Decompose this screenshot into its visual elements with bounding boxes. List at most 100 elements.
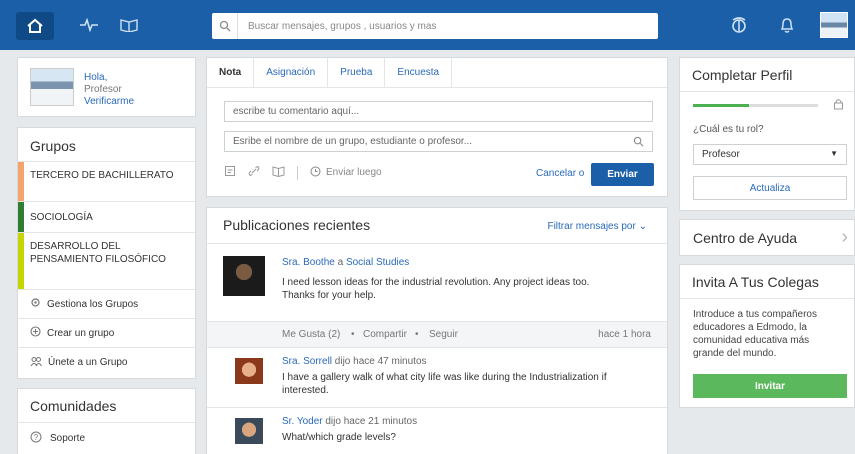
caret-down-icon: ▼ xyxy=(830,149,838,158)
reply-text: I have a gallery walk of what city life … xyxy=(282,372,607,396)
schedule-label: Enviar luego xyxy=(326,167,382,178)
reply-item: Sr. Yoder dijo hace 21 minutos What/whic… xyxy=(207,408,667,454)
greeting: Hola, xyxy=(84,72,108,83)
profile-progress-bar xyxy=(693,104,818,107)
manage-groups-label: Gestiona los Grupos xyxy=(47,298,139,310)
send-button[interactable]: Enviar xyxy=(591,163,654,186)
author-name[interactable]: Sra. Sorrell xyxy=(282,356,332,367)
user-avatar[interactable] xyxy=(820,12,848,38)
library-icon[interactable] xyxy=(118,14,140,36)
post-meta: Sra. Boothe a Social Studies xyxy=(282,257,409,268)
author-name[interactable]: Sra. Boothe xyxy=(282,257,335,268)
help-title: Centro de Ayuda xyxy=(693,230,798,246)
verify-link[interactable]: Verificarme xyxy=(84,96,134,107)
attach-file-icon[interactable] xyxy=(224,165,236,180)
search-input[interactable]: Buscar mensajes, grupos , usuarios y mas xyxy=(238,21,436,32)
tab-poll[interactable]: Encuesta xyxy=(385,58,453,87)
post-time: hace 1 hora xyxy=(598,329,651,340)
like-link[interactable]: Me Gusta (2) xyxy=(282,329,340,340)
author-avatar[interactable] xyxy=(223,256,265,296)
group-label: SOCIOLOGÍA xyxy=(30,212,93,223)
filter-label: Filtrar mensajes por xyxy=(547,221,636,232)
reply-meta: Sr. Yoder dijo hace 21 minutos xyxy=(282,416,417,427)
invite-button[interactable]: Invitar xyxy=(693,374,847,398)
support-link[interactable]: ? Soporte xyxy=(18,423,195,454)
tab-assignment[interactable]: Asignación xyxy=(254,58,329,87)
lock-icon xyxy=(833,98,844,113)
create-group-link[interactable]: Crear un grupo xyxy=(18,319,195,348)
home-icon[interactable] xyxy=(16,12,54,40)
group-item[interactable]: DESARROLLO DEL PENSAMIENTO FILOSÓFICO xyxy=(18,233,195,290)
posts-panel: Publicaciones recientes Filtrar mensajes… xyxy=(206,207,668,454)
link-icon[interactable] xyxy=(248,165,260,180)
role-selected-value: Profesor xyxy=(702,149,740,160)
post-connector: a xyxy=(337,257,344,268)
cancel-link[interactable]: Cancelar o xyxy=(536,168,584,179)
compose-tabs: Nota Asignación Prueba Encuesta xyxy=(207,58,667,88)
invite-colleagues-panel: Invita A Tus Colegas Introduce a tus com… xyxy=(679,264,855,408)
activity-icon[interactable] xyxy=(78,14,100,36)
gear-icon xyxy=(30,297,41,311)
compose-tools: Enviar luego xyxy=(224,165,382,180)
post-actions: Me Gusta (2) • Compartir • Seguir hace 1… xyxy=(207,322,667,348)
group-color-bar xyxy=(18,233,24,289)
group-item[interactable]: TERCERO DE BACHILLERATO xyxy=(18,162,195,202)
library-icon[interactable] xyxy=(272,165,285,180)
group-color-bar xyxy=(18,162,24,201)
join-group-link[interactable]: Únete a un Grupo xyxy=(18,348,195,377)
progress-fill xyxy=(693,104,750,107)
group-item[interactable]: SOCIOLOGÍA xyxy=(18,202,195,233)
help-center-panel[interactable]: Centro de Ayuda › xyxy=(679,219,855,256)
role-select[interactable]: Profesor ▼ xyxy=(693,144,847,165)
user-card: Hola, Profesor Verificarme xyxy=(17,57,196,117)
backpack-icon[interactable] xyxy=(728,14,750,36)
chevron-down-icon: ⌄ xyxy=(638,221,647,232)
svg-text:?: ? xyxy=(34,433,39,442)
dot-separator: • xyxy=(351,329,355,340)
posts-header: Publicaciones recientes Filtrar mensajes… xyxy=(207,208,667,244)
tab-note[interactable]: Nota xyxy=(207,58,255,87)
manage-groups-link[interactable]: Gestiona los Grupos xyxy=(18,290,195,319)
search-icon xyxy=(633,136,644,150)
chevron-right-icon: › xyxy=(841,226,848,248)
recipient-input[interactable]: Esribe el nombre de un grupo, estudiante… xyxy=(224,131,653,152)
divider xyxy=(297,165,298,180)
role-question: ¿Cuál es tu rol? xyxy=(693,124,764,135)
share-link[interactable]: Compartir xyxy=(363,329,407,340)
author-avatar[interactable] xyxy=(235,418,263,444)
group-link[interactable]: Social Studies xyxy=(346,257,409,268)
reply-text: What/which grade levels? xyxy=(282,432,396,443)
update-button[interactable]: Actualiza xyxy=(693,176,847,200)
schedule-button[interactable]: Enviar luego xyxy=(310,166,382,180)
users-icon xyxy=(30,356,42,370)
bell-icon[interactable] xyxy=(776,14,798,36)
posts-title: Publicaciones recientes xyxy=(223,217,371,233)
comment-input[interactable]: escribe tu comentario aquí... xyxy=(224,101,653,122)
groups-title: Grupos xyxy=(18,128,195,162)
groups-panel: Grupos TERCERO DE BACHILLERATO SOCIOLOGÍ… xyxy=(17,127,196,379)
author-name[interactable]: Sr. Yoder xyxy=(282,416,323,427)
plus-circle-icon xyxy=(30,326,41,340)
dot-separator: • xyxy=(415,329,419,340)
profile-title: Completar Perfil xyxy=(680,58,854,92)
invite-title: Invita A Tus Colegas xyxy=(680,265,854,299)
user-photo[interactable] xyxy=(30,68,74,106)
search-icon xyxy=(212,13,238,39)
invite-text: Introduce a tus compañeros educadores a … xyxy=(693,309,817,359)
author-avatar[interactable] xyxy=(235,358,263,384)
tab-quiz[interactable]: Prueba xyxy=(328,58,386,87)
clock-icon xyxy=(310,166,321,180)
search-bar[interactable]: Buscar mensajes, grupos , usuarios y mas xyxy=(212,13,658,39)
recipient-placeholder: Esribe el nombre de un grupo, estudiante… xyxy=(233,136,473,147)
group-color-bar xyxy=(18,202,24,232)
filter-dropdown[interactable]: Filtrar mensajes por ⌄ xyxy=(547,221,647,232)
group-label: DESARROLLO DEL PENSAMIENTO FILOSÓFICO xyxy=(30,241,166,265)
complete-profile-panel: Completar Perfil ¿Cuál es tu rol? Profes… xyxy=(679,57,855,211)
support-label: Soporte xyxy=(50,433,86,444)
follow-link[interactable]: Seguir xyxy=(429,329,458,340)
compose-panel: Nota Asignación Prueba Encuesta escribe … xyxy=(206,57,668,197)
help-circle-icon: ? xyxy=(30,431,42,446)
group-label: TERCERO DE BACHILLERATO xyxy=(30,170,174,181)
top-navigation-bar: Buscar mensajes, grupos , usuarios y mas xyxy=(0,0,855,50)
communities-title: Comunidades xyxy=(18,389,195,423)
